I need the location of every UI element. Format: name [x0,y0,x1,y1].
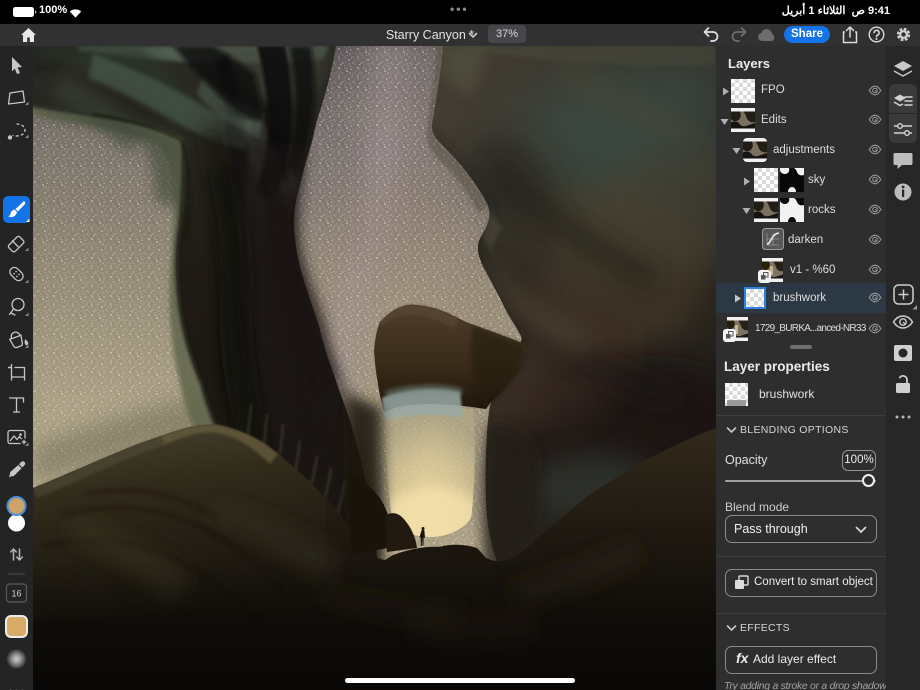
svg-text:16: 16 [11,589,21,599]
